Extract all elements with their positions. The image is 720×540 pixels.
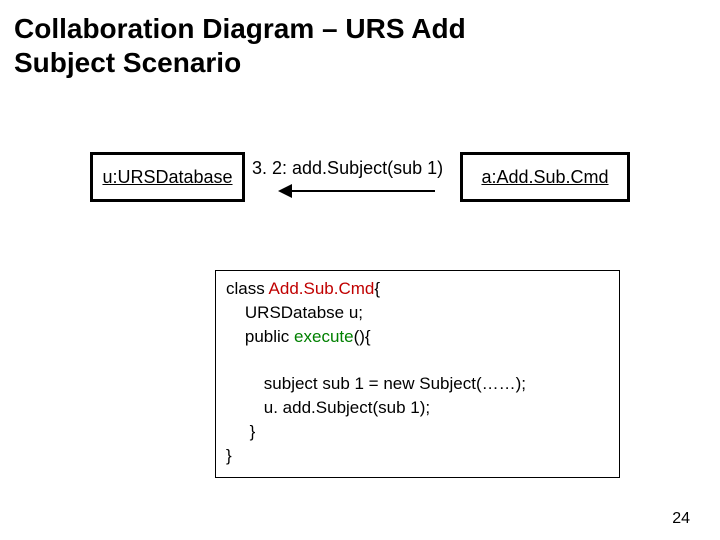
page-title: Collaboration Diagram – URS Add Subject …: [14, 12, 534, 79]
message-label: 3. 2: add.Subject(sub 1): [252, 158, 443, 179]
code-line-4: subject sub 1 = new Subject(……);: [226, 372, 609, 396]
object-urs-database: u:URSDatabase: [90, 152, 245, 202]
code-line-2: URSDatabse u;: [226, 301, 609, 325]
code-line-3: public execute(){: [226, 325, 609, 349]
page-number: 24: [672, 510, 690, 528]
code-line-6: }: [226, 420, 609, 444]
code-line-5: u. add.Subject(sub 1);: [226, 396, 609, 420]
object-add-sub-cmd: a:Add.Sub.Cmd: [460, 152, 630, 202]
message-arrow-head: [278, 184, 292, 198]
object-add-sub-cmd-label: a:Add.Sub.Cmd: [481, 167, 608, 188]
code-box: class Add.Sub.Cmd{ URSDatabse u; public …: [215, 270, 620, 478]
code-blank: [226, 348, 609, 372]
code-line-7: }: [226, 444, 609, 468]
message-arrow-shaft: [285, 190, 435, 192]
code-line-1: class Add.Sub.Cmd{: [226, 277, 609, 301]
object-urs-database-label: u:URSDatabase: [102, 167, 232, 188]
